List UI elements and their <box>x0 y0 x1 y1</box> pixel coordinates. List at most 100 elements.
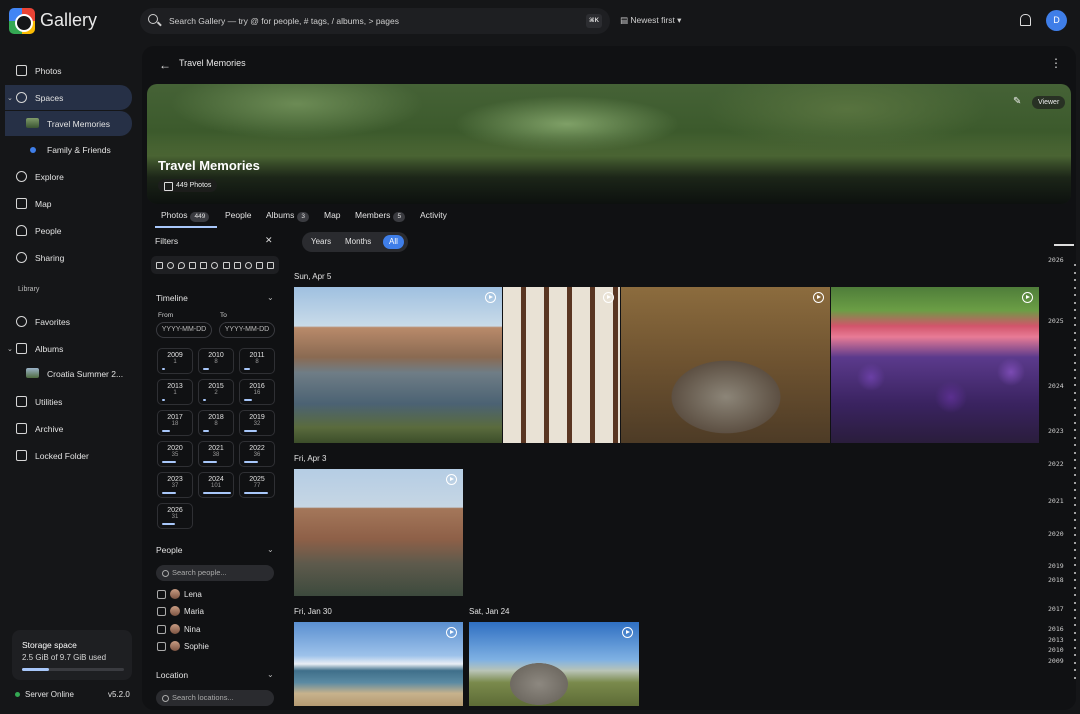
chevron-down-icon[interactable]: ⌄ <box>7 345 13 353</box>
year-rail-label[interactable]: 2013 <box>1048 636 1064 644</box>
tag-filter-icon[interactable] <box>189 261 197 269</box>
sort-dropdown[interactable]: ▤ Newest first ▾ <box>620 15 681 26</box>
year-rail-label[interactable]: 2023 <box>1048 427 1064 435</box>
tab-activity[interactable]: Activity <box>420 210 447 220</box>
image-filter-icon[interactable] <box>233 261 241 269</box>
photo-thumbnail[interactable] <box>621 287 830 443</box>
photo-thumbnail[interactable] <box>294 622 463 706</box>
play-video-icon[interactable] <box>446 474 457 485</box>
sidebar-item-travel-memories[interactable]: Travel Memories <box>5 111 132 136</box>
tab-albums[interactable]: Albums 3 <box>266 210 309 222</box>
year-rail-label[interactable]: 2017 <box>1048 605 1064 613</box>
chevron-down-icon[interactable]: ⌄ <box>267 670 274 679</box>
year-chip[interactable]: 2013 1 <box>157 379 193 405</box>
year-chip[interactable]: 2018 8 <box>198 410 234 436</box>
person-filter-icon[interactable] <box>167 261 175 269</box>
year-chip[interactable]: 2016 16 <box>239 379 275 405</box>
sidebar-item-family-friends[interactable]: Family & Friends <box>5 137 132 162</box>
year-rail-label[interactable]: 2020 <box>1048 530 1064 538</box>
location-filter-icon[interactable] <box>178 261 186 269</box>
year-chip[interactable]: 2024 101 <box>198 472 234 498</box>
photo-thumbnail[interactable] <box>469 622 639 706</box>
search-input[interactable]: Search Gallery — try @ for people, # tag… <box>169 16 399 26</box>
chevron-down-icon[interactable]: ⌄ <box>267 293 274 302</box>
year-chip[interactable]: 2019 32 <box>239 410 275 436</box>
more-options-icon[interactable]: ⋮ <box>1050 56 1062 70</box>
tab-members[interactable]: Members 5 <box>355 210 406 222</box>
year-chip[interactable]: 2015 2 <box>198 379 234 405</box>
year-rail-label[interactable]: 2025 <box>1048 317 1064 325</box>
year-rail-label[interactable]: 2019 <box>1048 562 1064 570</box>
sidebar-item-spaces[interactable]: ⌄ Spaces <box>5 85 132 110</box>
toggle-months[interactable]: Months <box>339 235 377 249</box>
year-chip[interactable]: 2025 77 <box>239 472 275 498</box>
tab-photos[interactable]: Photos 449 <box>161 210 210 222</box>
portrait-filter-icon[interactable] <box>255 261 263 269</box>
toggle-years[interactable]: Years <box>305 235 337 249</box>
year-rail-label[interactable]: 2009 <box>1048 657 1064 665</box>
chevron-down-icon[interactable]: ⌄ <box>7 94 13 102</box>
year-chip[interactable]: 2020 35 <box>157 441 193 467</box>
heart-filter-icon[interactable] <box>244 261 252 269</box>
play-video-icon[interactable] <box>622 627 633 638</box>
toggle-all[interactable]: All <box>383 235 404 249</box>
year-rail-label[interactable]: 2018 <box>1048 576 1064 584</box>
play-video-icon[interactable] <box>446 627 457 638</box>
chevron-down-icon[interactable]: ⌄ <box>267 545 274 554</box>
sidebar-item-archive[interactable]: Archive <box>5 416 132 441</box>
notifications-bell-icon[interactable] <box>1020 14 1031 26</box>
from-date-input[interactable]: YYYY-MM-DD <box>156 322 212 338</box>
year-chip[interactable]: 2022 36 <box>239 441 275 467</box>
year-chip[interactable]: 2010 8 <box>198 348 234 374</box>
year-chip[interactable]: 2023 37 <box>157 472 193 498</box>
edit-pencil-icon[interactable]: ✎ <box>1013 96 1021 107</box>
checkbox[interactable] <box>157 625 166 634</box>
star-filter-icon[interactable] <box>222 261 230 269</box>
year-rail-label[interactable]: 2024 <box>1048 382 1064 390</box>
photo-thumbnail[interactable] <box>294 469 463 596</box>
year-chip[interactable]: 2026 31 <box>157 503 193 529</box>
year-chip[interactable]: 2017 18 <box>157 410 193 436</box>
year-chip[interactable]: 2009 1 <box>157 348 193 374</box>
year-rail-label[interactable]: 2026 <box>1048 256 1064 264</box>
checkbox[interactable] <box>157 590 166 599</box>
sidebar-item-photos[interactable]: Photos <box>5 58 132 83</box>
checkbox[interactable] <box>157 607 166 616</box>
year-chip[interactable]: 2011 8 <box>239 348 275 374</box>
close-icon[interactable]: ✕ <box>265 235 273 246</box>
lens-filter-icon[interactable] <box>211 261 219 269</box>
sidebar-item-locked-folder[interactable]: Locked Folder <box>5 443 132 468</box>
year-chip[interactable]: 2021 38 <box>198 441 234 467</box>
search-bar[interactable]: Search Gallery — try @ for people, # tag… <box>140 8 610 34</box>
play-video-icon[interactable] <box>1022 292 1033 303</box>
storage-card[interactable]: Storage space 2.5 GiB of 9.7 GiB used <box>12 630 132 680</box>
app-title[interactable]: Gallery <box>40 10 97 31</box>
sidebar-item-explore[interactable]: Explore <box>5 164 132 189</box>
tab-people[interactable]: People <box>225 210 251 220</box>
sidebar-item-croatia-album[interactable]: Croatia Summer 2... <box>5 361 132 386</box>
back-arrow-icon[interactable]: ← <box>159 58 171 72</box>
play-video-icon[interactable] <box>603 292 614 303</box>
sidebar-item-people[interactable]: People <box>5 218 132 243</box>
camera-filter-icon[interactable] <box>200 261 208 269</box>
sidebar-item-utilities[interactable]: Utilities <box>5 389 132 414</box>
user-avatar[interactable]: D <box>1046 10 1067 31</box>
year-rail-label[interactable]: 2021 <box>1048 497 1064 505</box>
tab-map[interactable]: Map <box>324 210 341 220</box>
text-search-filter-icon[interactable] <box>266 261 274 269</box>
sidebar-item-sharing[interactable]: Sharing <box>5 245 132 270</box>
sidebar-item-favorites[interactable]: Favorites <box>5 309 132 334</box>
play-video-icon[interactable] <box>813 292 824 303</box>
year-rail-label[interactable]: 2016 <box>1048 625 1064 633</box>
photo-thumbnail[interactable] <box>294 287 502 443</box>
calendar-filter-icon[interactable] <box>156 261 164 269</box>
play-video-icon[interactable] <box>485 292 496 303</box>
location-search-input[interactable]: Search locations... <box>156 690 274 706</box>
photo-thumbnail[interactable] <box>831 287 1039 443</box>
to-date-input[interactable]: YYYY-MM-DD <box>219 322 275 338</box>
sidebar-item-map[interactable]: Map <box>5 191 132 216</box>
year-rail-label[interactable]: 2022 <box>1048 460 1064 468</box>
sidebar-item-albums[interactable]: ⌄ Albums <box>5 336 132 361</box>
people-search-input[interactable]: Search people... <box>156 565 274 581</box>
gallery-logo-icon[interactable] <box>9 8 35 34</box>
